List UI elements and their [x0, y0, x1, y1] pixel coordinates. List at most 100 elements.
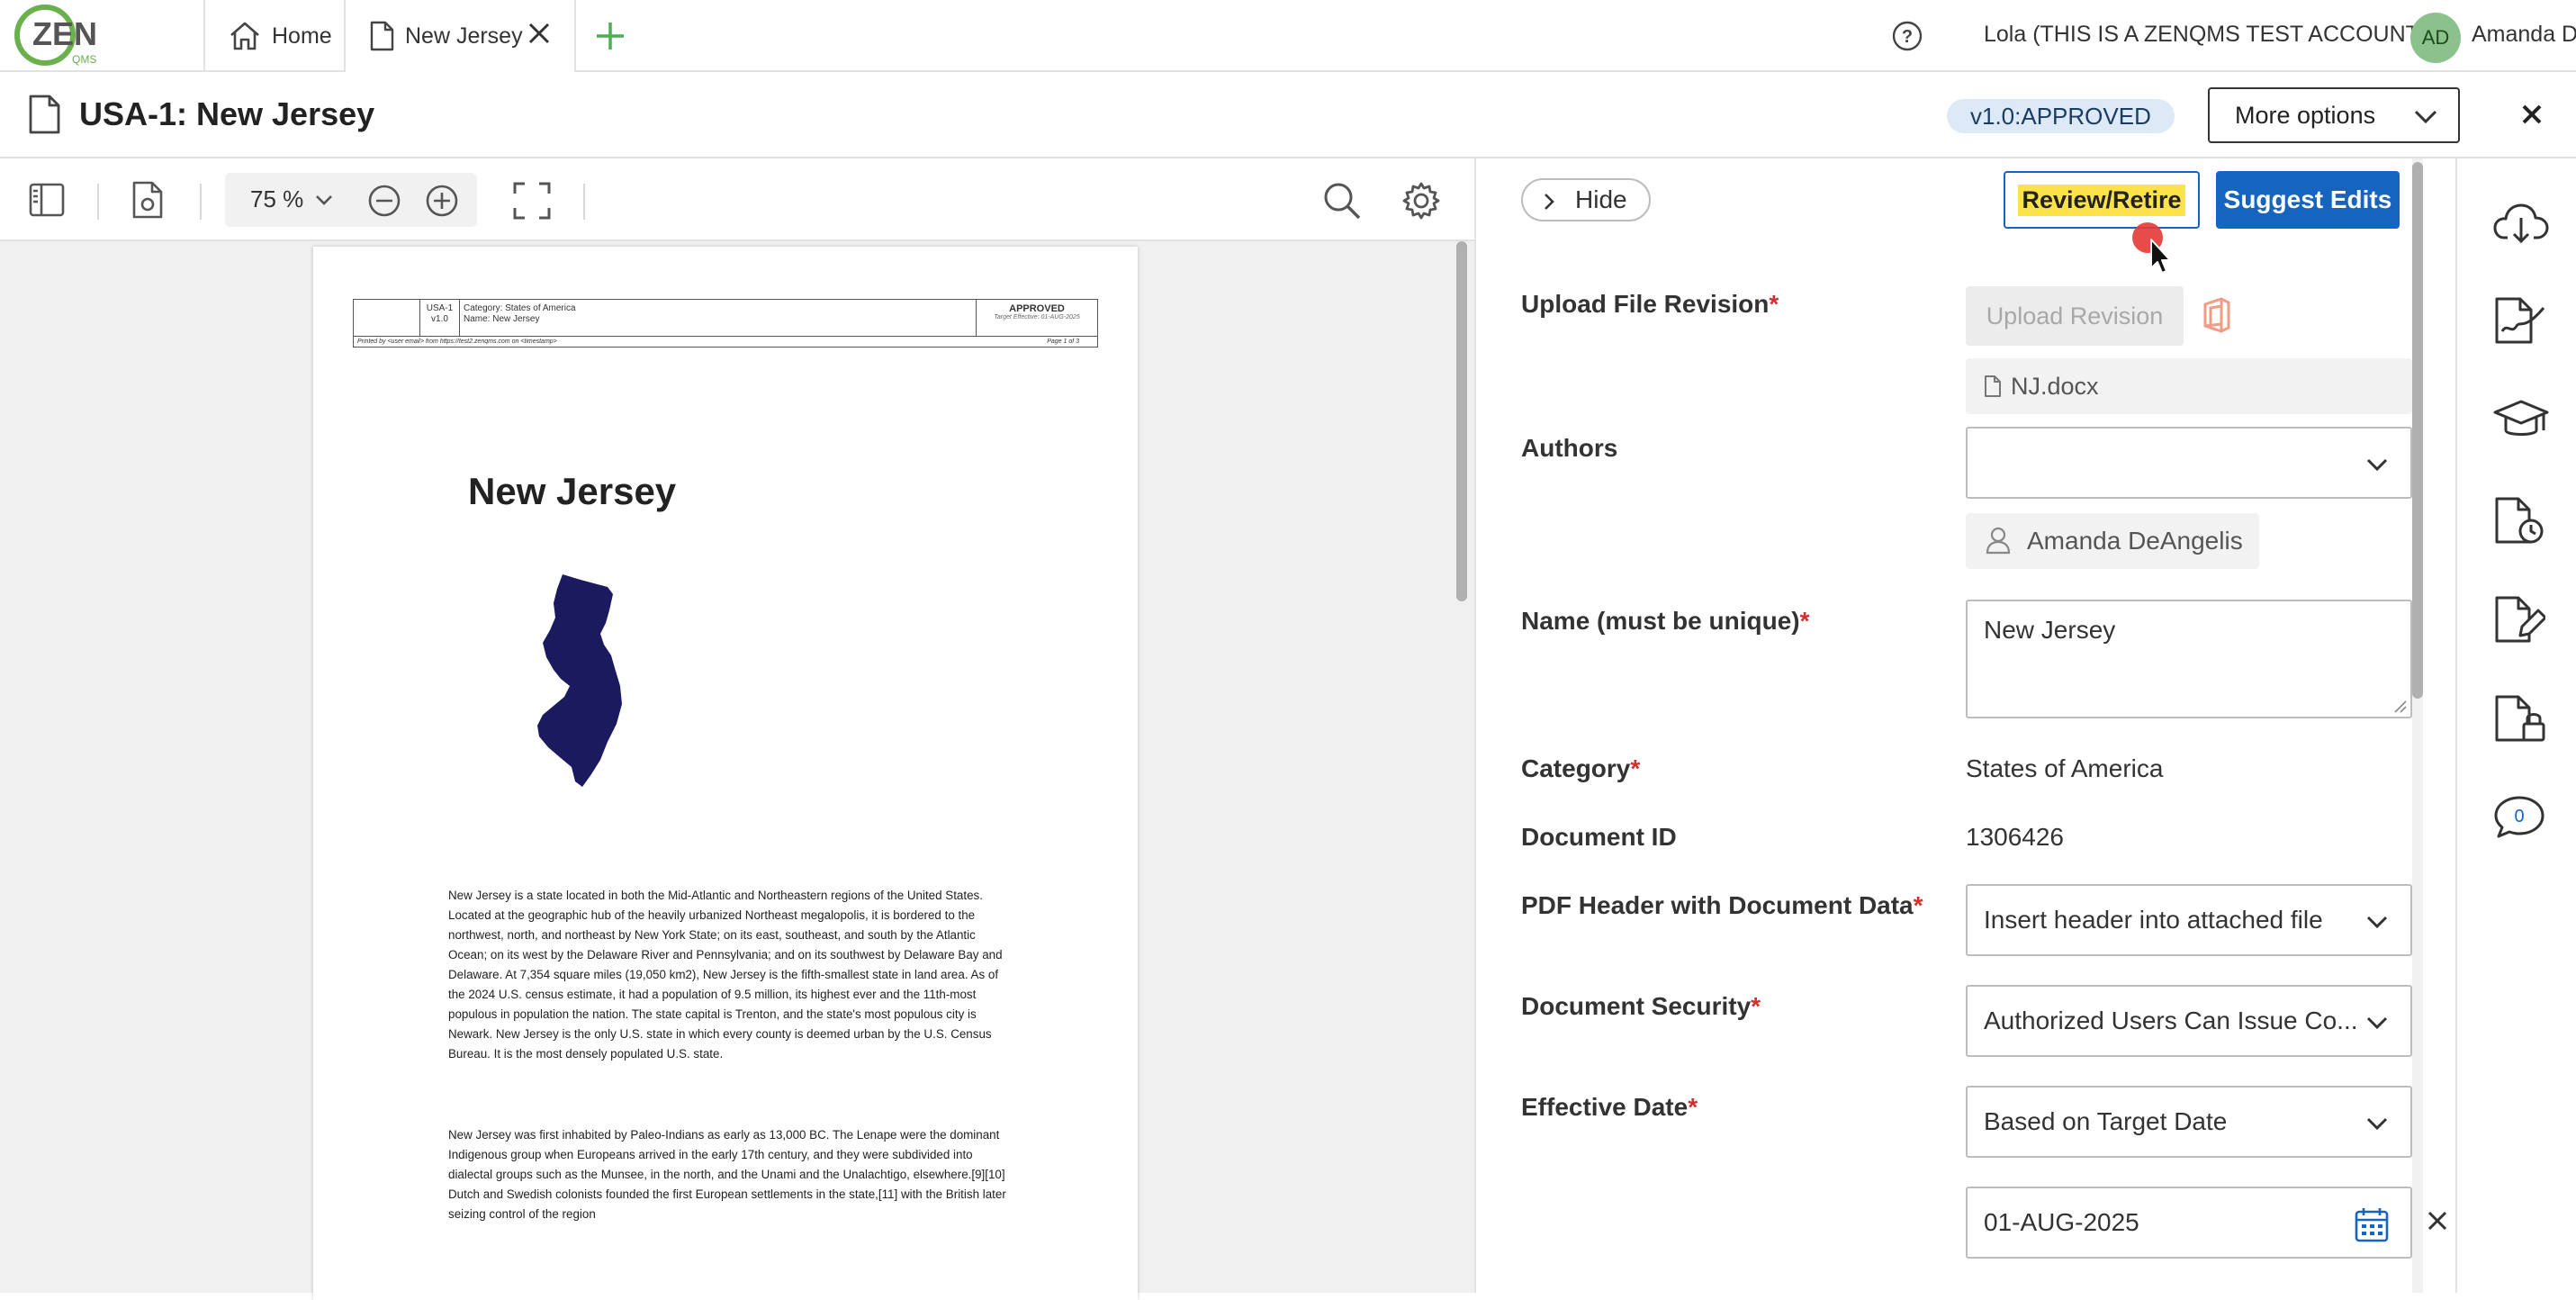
- pdf-header-select[interactable]: Insert header into attached file: [1966, 884, 2412, 956]
- svg-text:QMS: QMS: [72, 53, 96, 66]
- pdf-header-target-effective: Target Effective: 01-AUG-2025: [994, 314, 1080, 320]
- cloud-download-icon[interactable]: [2493, 202, 2549, 245]
- document-id-value: 1306426: [1966, 823, 2065, 851]
- chevron-down-icon: [2365, 457, 2389, 472]
- chevron-down-icon: [2365, 1016, 2389, 1030]
- pdf-header-name: Name: New Jersey: [464, 314, 540, 324]
- pdf-page-label: Page 1 of 3: [1047, 339, 1079, 345]
- pdf-viewer[interactable]: USA-1 v1.0 Category: States of America N…: [0, 241, 1474, 1300]
- attached-file-chip[interactable]: NJ.docx: [1966, 358, 2412, 414]
- pdf-header-category: Category: States of America: [464, 303, 576, 313]
- tab-new-jersey[interactable]: New Jersey: [346, 0, 576, 72]
- form-scrollbar[interactable]: [2412, 158, 2423, 1293]
- avatar[interactable]: AD: [2410, 13, 2461, 63]
- document-id-label: Document ID: [1521, 823, 1677, 851]
- signature-document-icon[interactable]: [2493, 295, 2545, 346]
- author-chip[interactable]: Amanda DeAngelis: [1966, 513, 2259, 569]
- zoom-select[interactable]: 75 %: [225, 173, 477, 227]
- review-retire-button[interactable]: Review/Retire: [2004, 171, 2200, 229]
- comments-count: 0: [2514, 807, 2524, 826]
- user-icon: [1986, 526, 2011, 555]
- pdf-header-blank-cell: [354, 300, 420, 336]
- more-options-button[interactable]: More options: [2208, 87, 2460, 143]
- search-icon[interactable]: [1323, 182, 1361, 220]
- pdf-header-doc-id: USA-1: [426, 303, 454, 313]
- authors-select[interactable]: [1966, 427, 2412, 499]
- document-security-value: Authorized Users Can Issue Co...: [1984, 1007, 2358, 1034]
- upload-revision-label: Upload File Revision*: [1521, 290, 1779, 318]
- authors-label: Authors: [1521, 434, 1618, 462]
- file-icon: [1984, 375, 2002, 398]
- home-icon: [229, 21, 261, 51]
- mouse-cursor: [2131, 221, 2171, 275]
- chevron-right-icon: [1543, 192, 1555, 212]
- zoom-out-icon[interactable]: [367, 184, 401, 218]
- close-tab-icon[interactable]: [526, 20, 553, 47]
- chevron-down-icon: [2365, 1116, 2389, 1131]
- toolbar-divider: [200, 184, 202, 220]
- category-value: States of America: [1966, 754, 2164, 782]
- calendar-icon[interactable]: [2355, 1206, 2389, 1242]
- document-name-label: Name (must be unique)*: [1521, 607, 1810, 635]
- svg-text:?: ?: [1902, 27, 1913, 47]
- zenqms-logo[interactable]: ZEN QMS: [14, 2, 113, 68]
- target-date-value: 01-AUG-2025: [1984, 1208, 2139, 1236]
- document-name-value: New Jersey: [1984, 616, 2116, 644]
- chevron-down-icon: [315, 194, 333, 207]
- upload-revision-button[interactable]: Upload Revision: [1966, 286, 2184, 346]
- suggest-edits-button[interactable]: Suggest Edits: [2216, 171, 2400, 229]
- target-date-input[interactable]: 01-AUG-2025: [1966, 1187, 2412, 1259]
- pdf-header-label: PDF Header with Document Data*: [1521, 891, 1923, 919]
- author-name: Amanda DeAngelis: [2027, 527, 2243, 555]
- pdf-page: USA-1 v1.0 Category: States of America N…: [313, 247, 1138, 1300]
- sidebar-toggle-icon[interactable]: [29, 183, 65, 217]
- category-label: Category*: [1521, 754, 1641, 782]
- training-icon[interactable]: [2493, 398, 2549, 443]
- toolbar-divider: [583, 184, 585, 220]
- comments-icon[interactable]: 0: [2493, 794, 2545, 839]
- help-icon[interactable]: ?: [1891, 20, 1923, 52]
- viewer-scrollbar[interactable]: [1456, 241, 1467, 601]
- add-tab-icon[interactable]: [594, 20, 626, 52]
- office-icon[interactable]: [2202, 297, 2232, 333]
- pdf-paragraph: New Jersey is a state located in both th…: [448, 889, 1003, 1061]
- tab-home[interactable]: Home: [203, 0, 346, 72]
- user-name[interactable]: Amanda D: [2472, 22, 2576, 48]
- review-retire-label: Review/Retire: [2018, 184, 2185, 216]
- pdf-header-status: APPROVED: [1009, 303, 1065, 314]
- pdf-header-value: Insert header into attached file: [1984, 906, 2323, 934]
- pdf-header-id-cell: USA-1 v1.0: [420, 300, 460, 336]
- form-scrollbar-thumb[interactable]: [2412, 162, 2423, 699]
- gear-icon[interactable]: [1402, 182, 1440, 220]
- zoom-in-icon[interactable]: [425, 184, 459, 218]
- clear-date-icon[interactable]: [2427, 1210, 2448, 1232]
- account-name[interactable]: Lola (THIS IS A ZENQMS TEST ACCOUNT): [1984, 22, 2427, 48]
- page-title: USA-1: New Jersey: [79, 95, 375, 132]
- pdf-document-title: New Jersey: [468, 470, 677, 512]
- document-icon: [369, 21, 394, 51]
- zoom-value: 75 %: [250, 185, 304, 212]
- close-document-icon[interactable]: [2520, 103, 2544, 126]
- effective-date-value: Based on Target Date: [1984, 1107, 2228, 1135]
- history-document-icon[interactable]: [2493, 495, 2545, 546]
- file-name: NJ.docx: [2011, 372, 2099, 400]
- resize-grip-icon[interactable]: [2392, 699, 2407, 713]
- document-name-input[interactable]: New Jersey: [1966, 600, 2412, 718]
- pdf-paragraph: New Jersey was first inhabited by Paleo-…: [448, 1128, 1006, 1221]
- toolbar-divider: [97, 184, 99, 220]
- edit-document-icon[interactable]: [2493, 594, 2545, 645]
- version-status-badge: v1.0:APPROVED: [1947, 99, 2175, 133]
- pdf-printed-by: Printed by <user email> from https://tes…: [357, 339, 557, 345]
- hide-panel-button[interactable]: Hide: [1521, 178, 1651, 221]
- hide-label: Hide: [1575, 185, 1627, 213]
- document-settings-icon[interactable]: [131, 181, 164, 219]
- fullscreen-icon[interactable]: [513, 182, 551, 220]
- tab-label: Home: [272, 23, 332, 49]
- document-title-bar: USA-1: New Jersey v1.0:APPROVED More opt…: [0, 72, 2576, 158]
- effective-date-label: Effective Date*: [1521, 1093, 1698, 1121]
- effective-date-select[interactable]: Based on Target Date: [1966, 1086, 2412, 1158]
- document-security-label: Document Security*: [1521, 992, 1761, 1020]
- top-bar: ZEN QMS Home New Jersey ? Lola (THIS IS …: [0, 0, 2576, 72]
- document-security-select[interactable]: Authorized Users Can Issue Co...: [1966, 985, 2412, 1057]
- locked-document-icon[interactable]: [2493, 693, 2545, 744]
